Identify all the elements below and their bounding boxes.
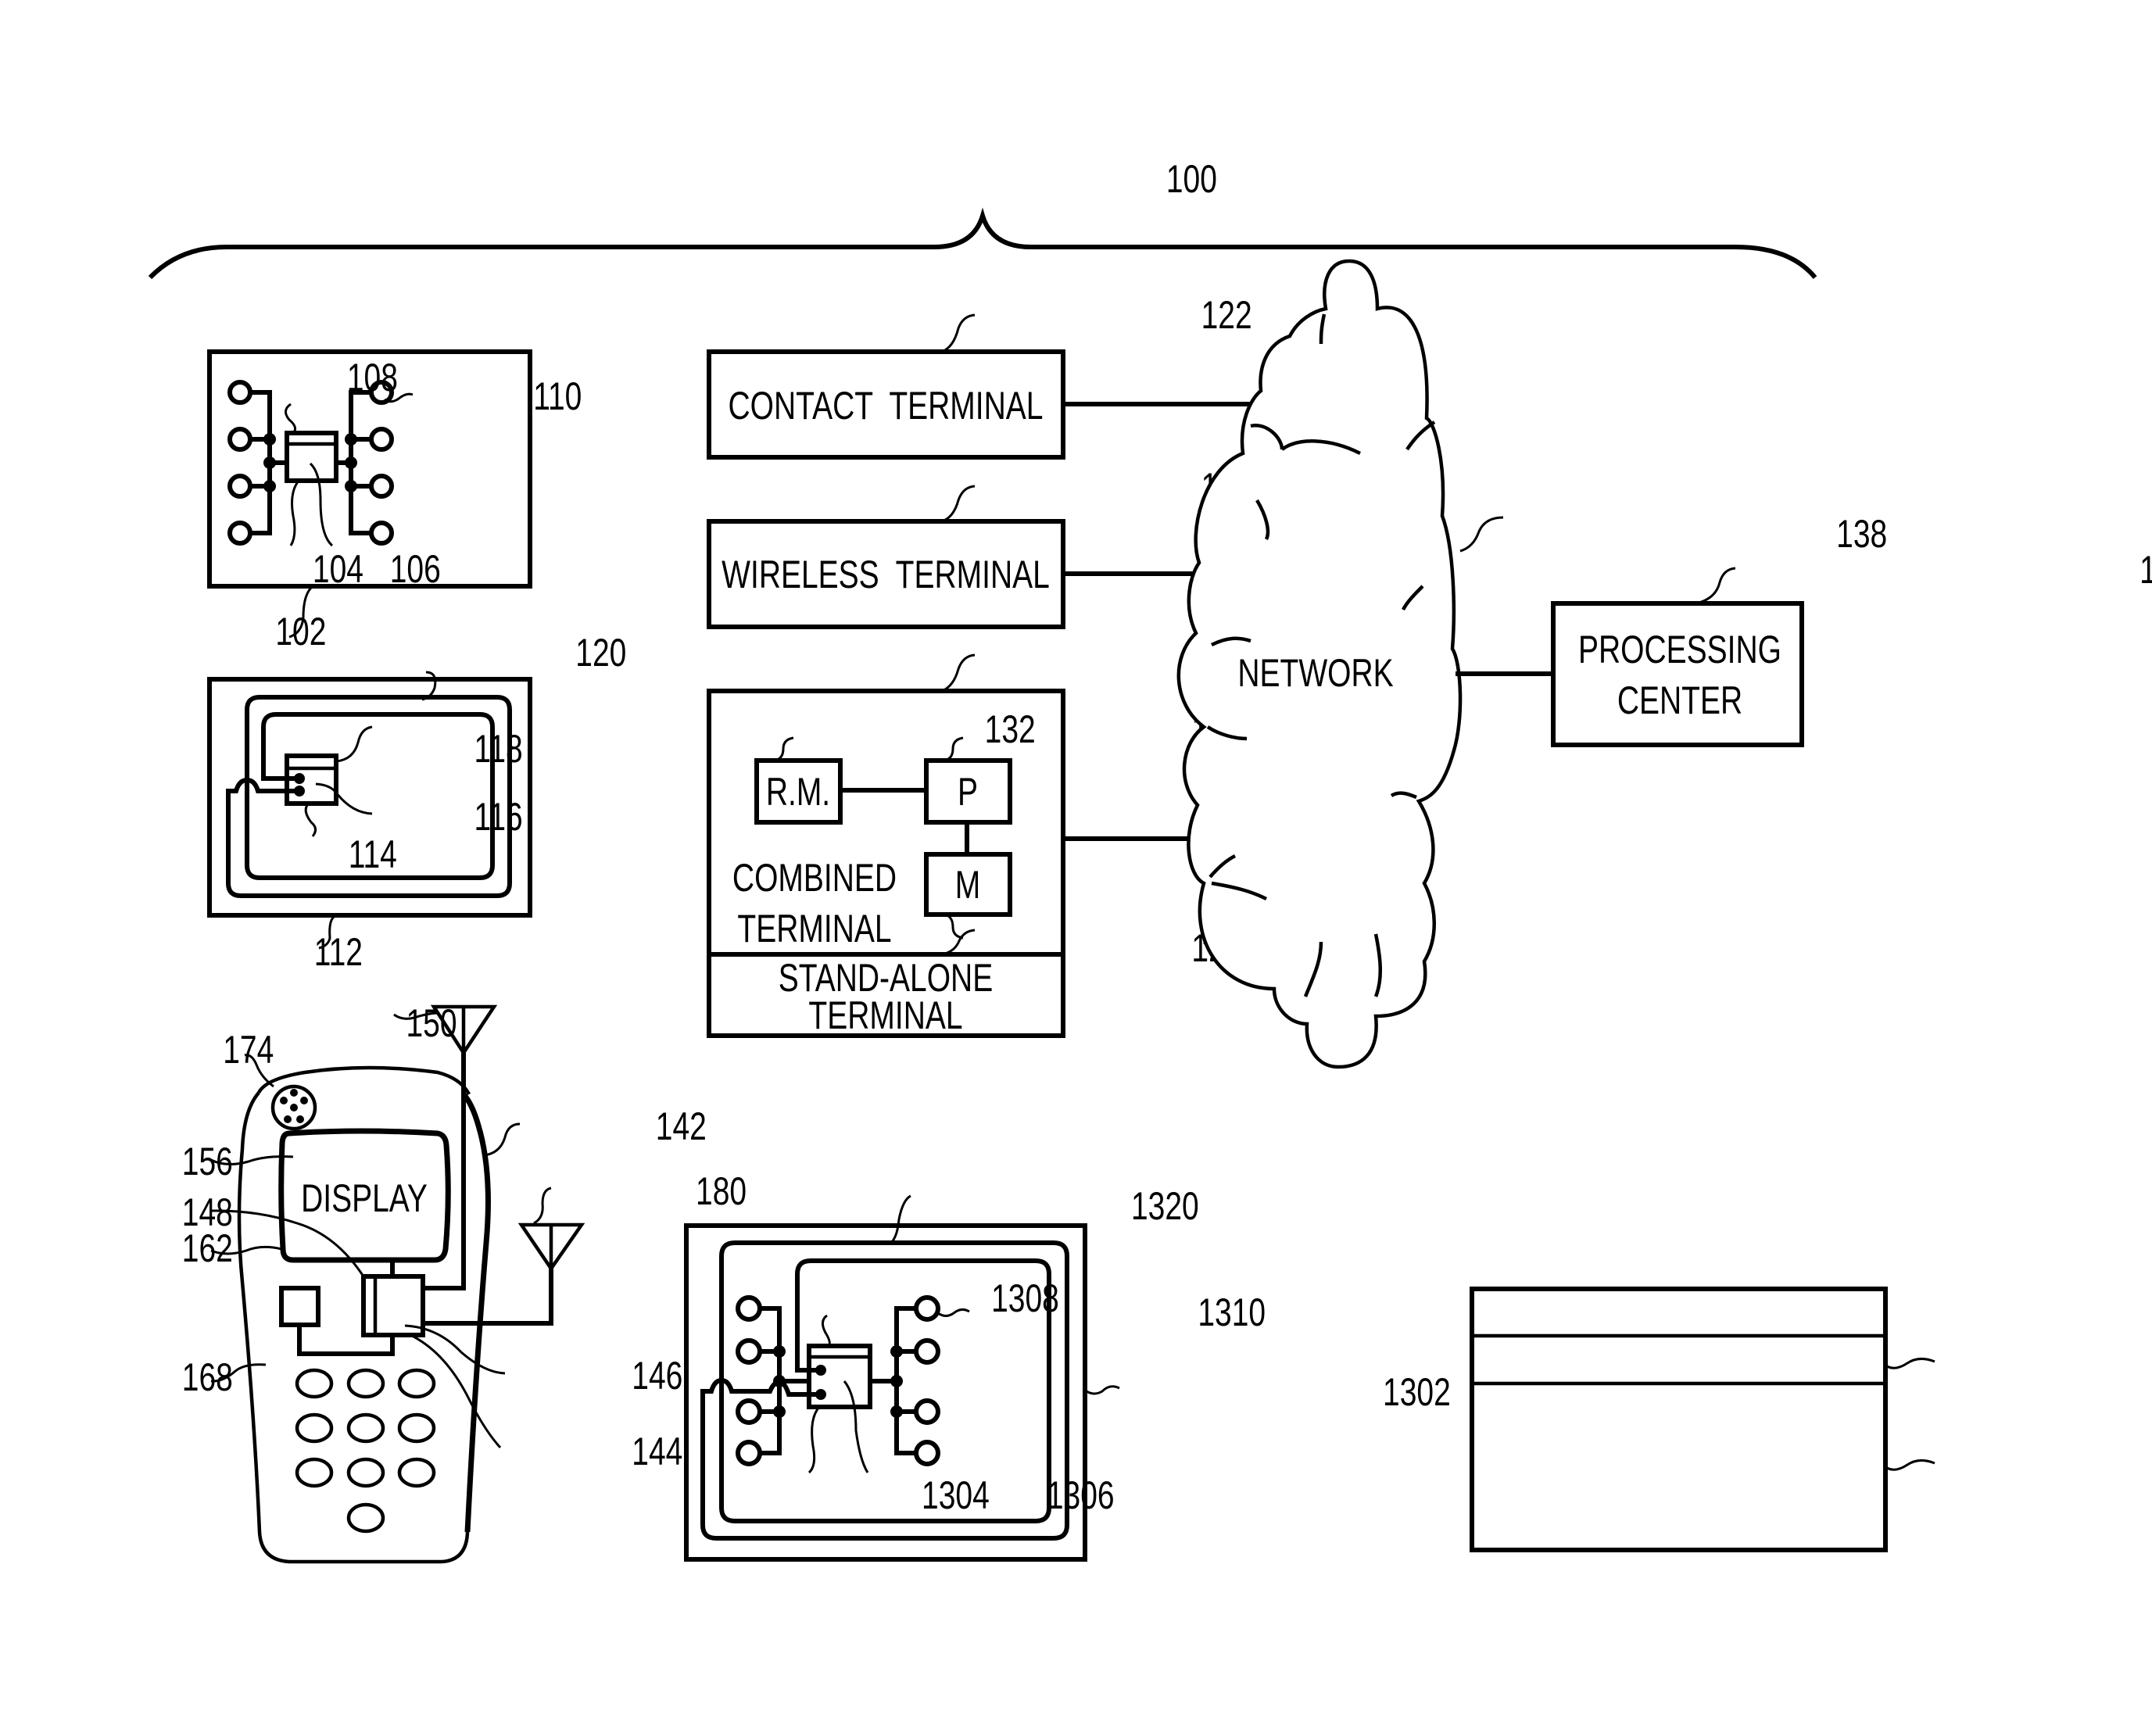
key[interactable] <box>295 1457 334 1488</box>
system-ref-label: 100 <box>1166 156 1217 201</box>
speaker-ref-174: 174 <box>223 1027 274 1072</box>
processor-ref-146: 146 <box>632 1353 682 1398</box>
antenna-ref-120: 120 <box>575 630 626 675</box>
chip-ref-114: 114 <box>349 832 397 876</box>
standalone-terminal-label-2: TERMINAL <box>808 993 962 1037</box>
phone-ref-142: 142 <box>656 1104 707 1148</box>
network-ref: 138 <box>1836 511 1887 556</box>
contact-terminal[interactable]: CONTACT TERMINAL 122 <box>707 292 1252 460</box>
key[interactable] <box>295 1368 334 1399</box>
layered-card: 1352 1350 <box>1470 1287 1935 1552</box>
processor-ref-1306: 1306 <box>1047 1473 1115 1517</box>
processing-center[interactable]: PROCESSING CENTER 140 <box>1551 547 2152 747</box>
phone-body <box>256 1065 471 1096</box>
keypad <box>295 1368 436 1534</box>
combined-terminal[interactable]: 126 R.M. 132 P 130 M 128 COMBINED TERMIN… <box>707 635 1252 987</box>
chip-ref-1304: 1304 <box>922 1473 990 1517</box>
key[interactable] <box>346 1457 385 1488</box>
chip-ref-104: 104 <box>313 546 363 591</box>
processing-center-ref: 140 <box>2139 547 2152 592</box>
key[interactable] <box>397 1412 436 1444</box>
key[interactable] <box>346 1368 385 1399</box>
card-ref-1302: 1302 <box>1383 1369 1451 1414</box>
patent-figure-payment-system: 100 108 110 104 106 102 118 116 114 120 … <box>148 156 2152 1564</box>
memory-ref-1308: 1308 <box>991 1276 1059 1320</box>
key[interactable] <box>397 1368 436 1399</box>
contact-ref-110: 110 <box>533 374 582 418</box>
key[interactable] <box>295 1412 334 1444</box>
key[interactable] <box>346 1502 385 1534</box>
antenna-ref-180: 180 <box>696 1169 747 1213</box>
key[interactable] <box>397 1457 436 1488</box>
combined-terminal-label-1: COMBINED <box>732 855 897 900</box>
contact-terminal-label: CONTACT TERMINAL <box>729 383 1044 428</box>
processor-label: P <box>958 769 978 814</box>
hybrid-card: 1308 1310 1304 1306 1320 1302 <box>684 1183 1451 1562</box>
key[interactable] <box>346 1412 385 1444</box>
memory-ref-118: 118 <box>474 726 523 771</box>
card-ref-112: 112 <box>314 929 363 974</box>
chip-ref-144: 144 <box>632 1429 682 1473</box>
system-brace: 100 <box>148 156 1817 280</box>
contact-ref-1310: 1310 <box>1198 1290 1266 1334</box>
network-label: NETWORK <box>1237 650 1393 695</box>
antenna-ref-150: 150 <box>406 1000 457 1045</box>
processor-ref-116: 116 <box>474 794 523 839</box>
processing-center-label-1: PROCESSING <box>1578 627 1781 671</box>
keypad-ref-168: 168 <box>182 1355 233 1399</box>
contact-card: 108 110 104 106 102 <box>207 349 582 653</box>
reader-module-label: R.M. <box>766 769 830 814</box>
display-ref-156: 156 <box>182 1139 233 1183</box>
phone-element-162 <box>279 1286 320 1327</box>
wireless-terminal[interactable]: WIRELESS TERMINAL 124 <box>707 464 1252 629</box>
contact-card-chip <box>285 431 338 483</box>
mobile-phone: DISPLAY 174 156 148 162 168 150 142 180 … <box>182 1000 747 1564</box>
combined-terminal-label-2: TERMINAL <box>737 906 891 950</box>
processor-ref-106: 106 <box>390 546 441 591</box>
contact-pads-right <box>336 380 394 546</box>
wireless-terminal-label: WIRELESS TERMINAL <box>722 552 1050 596</box>
antenna-ref-1320: 1320 <box>1131 1183 1199 1228</box>
contactless-card: 118 116 114 120 112 <box>207 630 626 974</box>
contact-pads-left <box>227 380 287 546</box>
processing-center-label-2: CENTER <box>1617 678 1742 722</box>
contact-terminal-ref: 122 <box>1201 292 1252 337</box>
element-ref-162: 162 <box>182 1226 233 1270</box>
speaker-icon <box>270 1084 317 1131</box>
memory-label: M <box>955 862 980 907</box>
memory-ref-108: 108 <box>347 355 398 399</box>
display-label: DISPLAY <box>301 1176 428 1220</box>
card-ref-102: 102 <box>275 609 326 653</box>
reader-module-ref: 132 <box>985 707 1036 751</box>
